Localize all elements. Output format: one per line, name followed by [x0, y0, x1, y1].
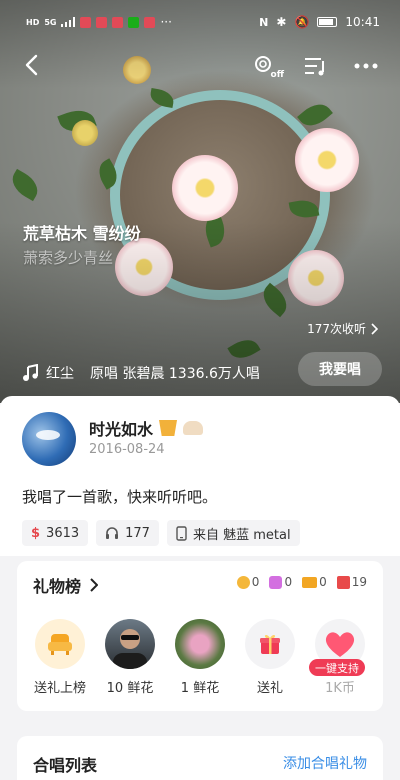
song-name: 红尘: [46, 366, 74, 382]
gift-item-label: 送礼: [256, 681, 283, 696]
level-badge-icon: [159, 420, 178, 436]
app-notification-icon: [112, 16, 124, 28]
coin-count: 3613: [46, 525, 80, 541]
gift-rank-user-2[interactable]: 1 鲜花: [165, 619, 235, 696]
bluetooth-icon: ✱: [276, 15, 287, 29]
device-source: 来自 魅蓝 metal: [192, 527, 291, 543]
gift-item-label: 1 鲜花: [180, 681, 220, 696]
send-gift-rank-item[interactable]: 送礼上榜: [25, 619, 95, 696]
gift-ranking-card: 礼物榜 0 0 0 19 送礼上榜 10 鲜花 1 鲜花 送礼 一键支持 1K币: [17, 561, 383, 711]
red-envelope-count: 19: [336, 575, 367, 589]
listen-stat[interactable]: 177: [96, 520, 159, 546]
back-button[interactable]: [20, 52, 46, 78]
stats-row: $ 3613 177 来自 魅蓝 metal: [22, 520, 300, 546]
chevron-right-icon: [371, 322, 378, 335]
app-notification-icon: [144, 16, 156, 28]
fan-badge-icon: [183, 421, 204, 435]
purple-gem-icon: [269, 575, 283, 589]
coin-icon: $: [31, 525, 41, 541]
top-navigation: off: [0, 48, 400, 84]
gift-ranking-title: 礼物榜: [33, 577, 82, 596]
username: 时光如水: [89, 420, 154, 439]
battery-icon: [317, 17, 338, 27]
username-row[interactable]: 时光如水: [89, 416, 204, 440]
gift-box-icon: [245, 619, 295, 669]
post-date: 2016-08-24: [89, 442, 165, 457]
mail-icon: [96, 16, 108, 28]
avatar: [175, 619, 225, 669]
red-envelope-icon: [336, 575, 350, 589]
listen-stat-count: 177: [125, 525, 150, 541]
gift-item-label: 送礼上榜: [33, 681, 86, 696]
danmaku-off-label: off: [270, 70, 284, 80]
gem-count: 0: [269, 575, 292, 589]
wifi-bars-icon: [61, 17, 76, 27]
lyric-line-next: 萧索多少青丝: [23, 249, 114, 267]
chorus-list-card: 合唱列表 添加合唱礼物: [17, 736, 383, 780]
gold-coin-count: 0: [236, 575, 259, 589]
gift-item-label: 1K币: [325, 681, 355, 696]
avatar: [105, 619, 155, 669]
chevron-right-icon: [90, 578, 99, 592]
device-stat: 来自 魅蓝 metal: [166, 520, 300, 546]
playlist-icon: [305, 58, 324, 76]
nfc-icon: N: [259, 15, 269, 29]
one-click-support-item[interactable]: 一键支持 1K币: [305, 619, 375, 696]
phone-icon: [176, 525, 187, 541]
post-text: 我唱了一首歌，快来听听吧。: [22, 488, 218, 506]
gold-coin-icon: [236, 575, 250, 589]
sing-button[interactable]: 我要唱: [298, 352, 382, 386]
gift-item-label: 10 鲜花: [106, 681, 154, 696]
avatar[interactable]: [22, 412, 76, 466]
add-chorus-gift-link[interactable]: 添加合唱礼物: [283, 753, 367, 773]
gift-rank-user-1[interactable]: 10 鲜花: [95, 619, 165, 696]
lyric-line-current: 荒草枯木 雪纷纷: [23, 224, 141, 243]
chevron-left-icon: [25, 54, 38, 76]
app-notification-icon: [80, 16, 92, 28]
signal-5g-icon: 5G: [44, 17, 57, 27]
headphones-icon: [106, 527, 119, 539]
more-dots-icon: [354, 63, 378, 69]
listen-count: 177次收听: [307, 322, 366, 336]
one-click-support-tag: 一键支持: [309, 659, 365, 676]
gift-items: 送礼上榜 10 鲜花 1 鲜花 送礼 一键支持 1K币: [25, 619, 375, 696]
post-info-panel: 时光如水 2016-08-24 我唱了一首歌，快来听听吧。 $ 3613 177…: [0, 396, 400, 556]
status-bar: HD 5G ··· N ✱ 🔕 10:41: [0, 0, 400, 44]
playlist-button[interactable]: [302, 52, 330, 80]
ticket-count: 0: [302, 575, 327, 589]
ticket-icon: [302, 576, 318, 588]
mute-icon: 🔕: [294, 15, 310, 29]
sofa-icon: [35, 619, 85, 669]
listen-count-link[interactable]: 177次收听: [307, 320, 378, 337]
chorus-list-title: 合唱列表: [33, 756, 98, 775]
hd-icon: HD: [26, 17, 40, 27]
gift-ranking-header[interactable]: 礼物榜: [33, 573, 99, 597]
song-info-bar[interactable]: 红尘 原唱 张碧晨 1336.6万人唱: [22, 360, 260, 386]
wechat-icon: [128, 16, 140, 28]
status-time: 10:41: [345, 15, 380, 29]
song-meta: 原唱 张碧晨 1336.6万人唱: [90, 366, 260, 382]
music-note-icon: [23, 364, 38, 381]
send-gift-item[interactable]: 送礼: [235, 619, 305, 696]
gift-counts: 0 0 0 19: [236, 575, 367, 589]
more-notifications-icon: ···: [160, 15, 172, 29]
more-options-button[interactable]: [352, 52, 380, 80]
coin-stat[interactable]: $ 3613: [22, 520, 89, 546]
